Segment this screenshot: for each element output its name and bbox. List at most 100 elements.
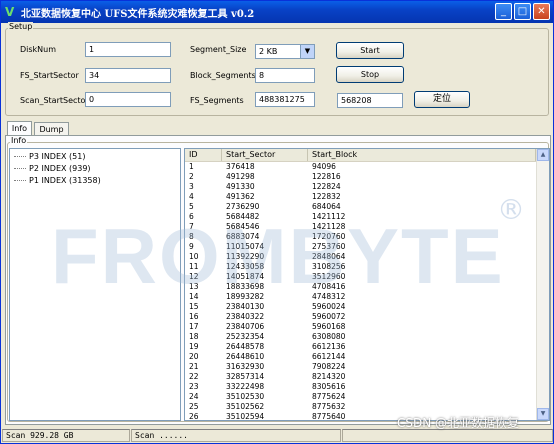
cell-id: 2 — [189, 172, 194, 181]
setup-group-label: Setup — [8, 22, 34, 31]
cell-id: 21 — [189, 362, 199, 371]
cell-start-block: 7908224 — [312, 362, 346, 371]
cell-start-sector: 26448578 — [226, 342, 265, 351]
fs-startsector-label: FS_StartSector — [20, 71, 79, 80]
block-segments-label: Block_Segments — [190, 71, 256, 80]
tab-dump[interactable]: Dump — [34, 122, 69, 136]
cell-start-block: 122832 — [312, 192, 341, 201]
cell-start-sector: 31632930 — [226, 362, 265, 371]
cell-id: 23 — [189, 382, 199, 391]
minimize-button[interactable]: _ — [495, 3, 512, 20]
locate-input[interactable]: 568208 — [337, 93, 403, 108]
table-row[interactable]: 4 491362 122832 — [185, 193, 535, 201]
table-row[interactable]: 22 32857314 8214320 — [185, 373, 535, 381]
table-row[interactable]: 11 12433058 3108256 — [185, 263, 535, 271]
cell-id: 26 — [189, 412, 199, 421]
table-row[interactable]: 17 23840706 5960168 — [185, 323, 535, 331]
cell-start-sector: 25232354 — [226, 332, 265, 341]
cell-start-block: 3512960 — [312, 272, 346, 281]
disknum-field[interactable]: 1 — [85, 42, 171, 57]
cell-id: 12 — [189, 272, 199, 281]
cell-id: 24 — [189, 392, 199, 401]
locate-button[interactable]: 定位 — [414, 91, 470, 108]
table-row[interactable]: 14 18993282 4748312 — [185, 293, 535, 301]
cell-start-block: 94096 — [312, 162, 336, 171]
close-button[interactable]: ✕ — [533, 3, 550, 20]
list-header: ID Start_Sector Start_Block — [185, 149, 549, 162]
scan-startsector-label: Scan_StartSector — [20, 96, 89, 105]
cell-start-block: 122824 — [312, 182, 341, 191]
cell-start-sector: 491298 — [226, 172, 255, 181]
cell-start-block: 8214320 — [312, 372, 346, 381]
column-start-sector[interactable]: Start_Sector — [222, 149, 308, 161]
cell-id: 8 — [189, 232, 194, 241]
chevron-down-icon[interactable]: ▼ — [300, 45, 314, 58]
cell-start-sector: 26448610 — [226, 352, 265, 361]
segment-size-select[interactable]: 2 KB ▼ — [255, 44, 315, 59]
table-row[interactable]: 21 31632930 7908224 — [185, 363, 535, 371]
credit-text: CSDN @北亚数据恢复 — [397, 416, 520, 430]
table-row[interactable]: 23 33222498 8305616 — [185, 383, 535, 391]
start-button[interactable]: Start — [336, 42, 404, 59]
table-row[interactable]: 20 26448610 6612144 — [185, 353, 535, 361]
cell-start-sector: 23840706 — [226, 322, 265, 331]
table-row[interactable]: 12 14051874 3512960 — [185, 273, 535, 281]
table-row[interactable]: 10 11392290 2848064 — [185, 253, 535, 261]
list-scrollbar[interactable]: ▲ ▼ — [536, 149, 549, 420]
column-id[interactable]: ID — [185, 149, 222, 161]
disknum-label: DiskNum — [20, 45, 57, 54]
cell-start-block: 4748312 — [312, 292, 346, 301]
table-row[interactable]: 24 35102530 8775624 — [185, 393, 535, 401]
scroll-down-icon[interactable]: ▼ — [537, 408, 549, 420]
segment-list[interactable]: ID Start_Sector Start_Block 1 376418 94096… — [184, 148, 550, 421]
maximize-button[interactable]: □ — [514, 3, 531, 20]
cell-start-sector: 35102594 — [226, 412, 265, 421]
table-row[interactable]: 2 491298 122816 — [185, 173, 535, 181]
tab-info[interactable]: Info — [7, 121, 32, 136]
cell-start-sector: 32857314 — [226, 372, 265, 381]
table-row[interactable]: 9 11015074 2753760 — [185, 243, 535, 251]
fs-startsector-field[interactable]: 34 — [85, 68, 171, 83]
table-row[interactable]: 8 6883074 1720760 — [185, 233, 535, 241]
tree-item-p3[interactable]: P3 INDEX (51) — [14, 152, 85, 161]
cell-start-block: 684064 — [312, 202, 341, 211]
table-row[interactable]: 18 25232354 6308080 — [185, 333, 535, 341]
cell-start-block: 8775632 — [312, 402, 346, 411]
cell-start-block: 8775624 — [312, 392, 346, 401]
table-row[interactable]: 7 5684546 1421128 — [185, 223, 535, 231]
fs-segments-field[interactable]: 488381275 — [255, 92, 315, 107]
table-row[interactable]: 6 5684482 1421112 — [185, 213, 535, 221]
cell-id: 7 — [189, 222, 194, 231]
cell-id: 15 — [189, 302, 199, 311]
cell-id: 18 — [189, 332, 199, 341]
fs-segments-label: FS_Segments — [190, 96, 244, 105]
index-tree[interactable]: P3 INDEX (51) P2 INDEX (939) P1 INDEX (3… — [9, 148, 181, 421]
tree-item-p2[interactable]: P2 INDEX (939) — [14, 164, 91, 173]
table-row[interactable]: 3 491330 122824 — [185, 183, 535, 191]
table-row[interactable]: 15 23840130 5960024 — [185, 303, 535, 311]
scan-startsector-field[interactable]: 0 — [85, 92, 171, 107]
cell-id: 20 — [189, 352, 199, 361]
cell-start-block: 8775640 — [312, 412, 346, 421]
cell-id: 6 — [189, 212, 194, 221]
column-start-block[interactable]: Start_Block — [308, 149, 536, 161]
cell-start-sector: 18993282 — [226, 292, 265, 301]
table-row[interactable]: 13 18833698 4708416 — [185, 283, 535, 291]
scroll-up-icon[interactable]: ▲ — [537, 149, 549, 161]
table-row[interactable]: 19 26448578 6612136 — [185, 343, 535, 351]
table-row[interactable]: 25 35102562 8775632 — [185, 403, 535, 411]
table-row[interactable]: 1 376418 94096 — [185, 163, 535, 171]
segment-size-value: 2 KB — [259, 47, 278, 56]
tree-item-p1[interactable]: P1 INDEX (31358) — [14, 176, 101, 185]
cell-start-block: 5960168 — [312, 322, 346, 331]
cell-start-block: 2848064 — [312, 252, 346, 261]
cell-id: 13 — [189, 282, 199, 291]
cell-start-sector: 491330 — [226, 182, 255, 191]
cell-id: 10 — [189, 252, 199, 261]
cell-start-block: 1421112 — [312, 212, 346, 221]
table-row[interactable]: 16 23840322 5960072 — [185, 313, 535, 321]
table-row[interactable]: 5 2736290 684064 — [185, 203, 535, 211]
stop-button[interactable]: Stop — [336, 66, 404, 83]
block-segments-field[interactable]: 8 — [255, 68, 315, 83]
cell-start-sector: 35102562 — [226, 402, 265, 411]
